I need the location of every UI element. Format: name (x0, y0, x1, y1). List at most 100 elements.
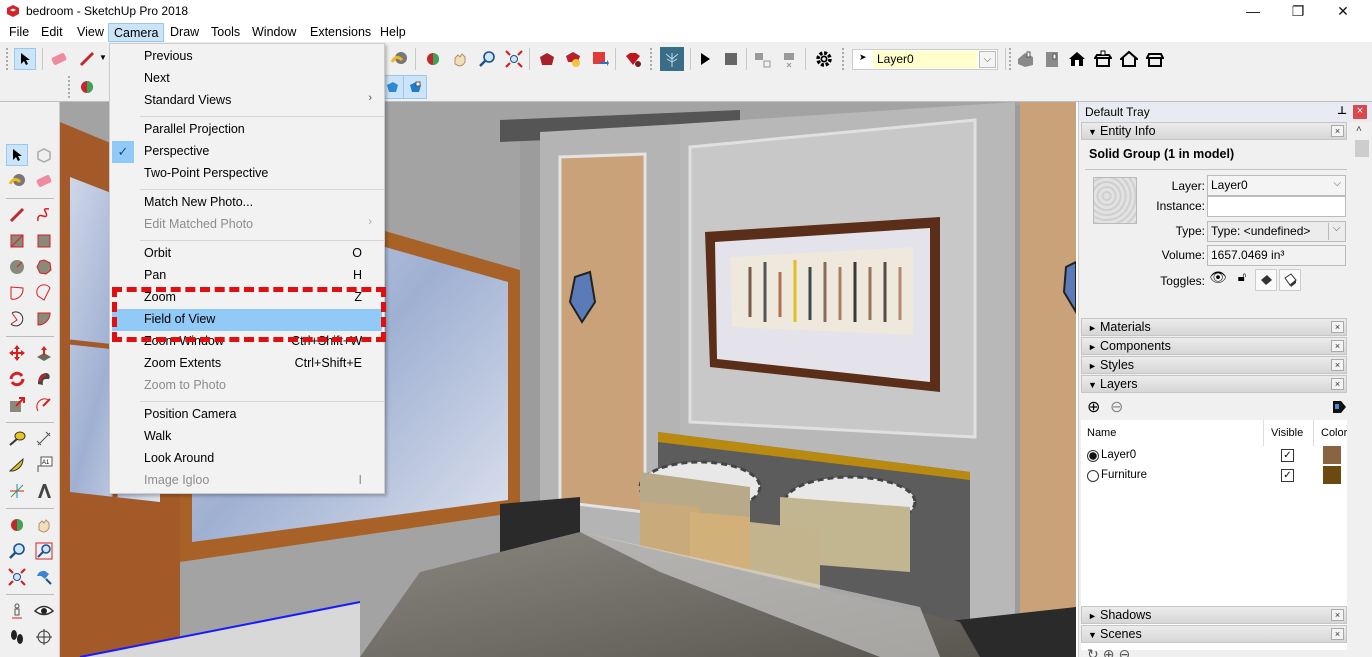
protractor-icon[interactable] (6, 454, 28, 476)
panel-close-icon[interactable]: × (1331, 628, 1344, 640)
layer-color-swatch[interactable] (1323, 466, 1341, 484)
menu-file[interactable]: File (4, 23, 34, 42)
ruby-console-icon[interactable] (622, 48, 644, 70)
walk-icon[interactable] (6, 626, 28, 648)
visible-checkbox[interactable]: ✓ (1281, 449, 1294, 462)
push-pull-icon[interactable] (33, 342, 55, 364)
section-plane-icon[interactable] (33, 626, 55, 648)
warehouse-icon[interactable] (536, 48, 558, 70)
menu-help[interactable]: Help (375, 23, 411, 42)
stop-icon[interactable] (720, 48, 742, 70)
settings-gear-icon[interactable] (813, 48, 835, 70)
orbit-icon[interactable] (76, 76, 98, 98)
zoom-icon[interactable] (476, 48, 498, 70)
axes-icon[interactable] (6, 480, 28, 502)
menu-camera[interactable]: Camera (108, 23, 165, 42)
eraser-icon[interactable] (33, 170, 55, 192)
entity-info-header[interactable]: ▼ Entity Info × (1081, 122, 1347, 140)
lumion-icon[interactable] (660, 47, 684, 71)
remove-scene-icon[interactable]: ⊖ (1118, 646, 1134, 657)
receive-shadows-toggle-icon[interactable] (1279, 269, 1301, 291)
eraser-icon[interactable] (48, 48, 70, 70)
panel-close-icon[interactable]: × (1331, 609, 1344, 621)
tray-close-button[interactable]: × (1353, 105, 1367, 119)
menu-item-parallel-projection[interactable]: Parallel Projection (112, 119, 382, 141)
column-name[interactable]: Name (1087, 427, 1116, 439)
menu-window[interactable]: Window (247, 23, 301, 42)
panel-close-icon[interactable]: × (1331, 359, 1344, 371)
front-view-icon[interactable] (1066, 48, 1088, 70)
menu-tools[interactable]: Tools (206, 23, 245, 42)
shadows-header[interactable]: ► Shadows × (1081, 606, 1347, 624)
remove-camera-icon[interactable] (779, 48, 801, 70)
tape-measure-icon[interactable] (6, 428, 28, 450)
look-around-icon[interactable] (33, 600, 55, 622)
freehand-icon[interactable] (33, 204, 55, 226)
select-tool-icon[interactable] (6, 144, 28, 166)
layer-select[interactable]: ➤ Layer0 ⌵ (852, 49, 998, 70)
toolbar-grip[interactable] (650, 48, 653, 70)
menu-item-pan[interactable]: Pan H (112, 265, 382, 287)
menu-item-zoom-window[interactable]: Zoom Window Ctrl+Shift+W (112, 331, 382, 353)
refresh-scene-icon[interactable]: ↻ (1087, 646, 1103, 657)
layer-name[interactable]: Layer0 (1101, 449, 1136, 461)
offset-icon[interactable] (33, 394, 55, 416)
select-tool-icon[interactable] (14, 48, 36, 70)
menu-item-match-new-photo[interactable]: Match New Photo... (112, 192, 382, 214)
toolbar-grip[interactable] (842, 48, 845, 70)
type-dropdown[interactable]: Type: <undefined> ⌵ (1207, 221, 1346, 242)
share-model-icon[interactable] (562, 48, 584, 70)
polygon-icon[interactable] (33, 256, 55, 278)
menu-item-previous[interactable]: Previous (112, 46, 382, 68)
menu-item-position-camera[interactable]: Position Camera (112, 404, 382, 426)
rectangle-icon[interactable] (6, 230, 28, 252)
styles-header[interactable]: ► Styles × (1081, 356, 1347, 374)
3d-text-icon[interactable] (33, 480, 55, 502)
menu-item-field-of-view[interactable]: Field of View (112, 309, 382, 331)
panel-close-icon[interactable]: × (1331, 321, 1344, 333)
arc-icon[interactable] (6, 282, 28, 304)
left-view-icon[interactable] (1144, 48, 1166, 70)
paint-bucket-icon[interactable] (388, 48, 410, 70)
menu-draw[interactable]: Draw (165, 23, 204, 42)
lock-toggle-icon[interactable]: 🔓︎ (1231, 269, 1253, 291)
right-view-icon[interactable] (1092, 48, 1114, 70)
zoom-icon[interactable] (6, 540, 28, 562)
dimension-icon[interactable] (33, 428, 55, 450)
menu-item-two-point-perspective[interactable]: Two-Point Perspective (112, 163, 382, 185)
close-button[interactable]: ✕ (1320, 0, 1366, 22)
make-component-icon[interactable] (33, 144, 55, 166)
line-tool-icon[interactable] (6, 204, 28, 226)
chevron-down-icon[interactable]: ⌵ (979, 51, 996, 68)
zoom-extents-icon[interactable] (6, 566, 28, 588)
toolbar-grip[interactable] (6, 48, 9, 70)
orbit-icon[interactable] (6, 514, 28, 536)
menu-item-orbit[interactable]: Orbit O (112, 243, 382, 265)
toolbar-grip[interactable] (1009, 48, 1012, 70)
scenes-header[interactable]: ▼ Scenes × (1081, 625, 1347, 643)
restore-button[interactable]: ❐ (1275, 0, 1321, 22)
layer-color-swatch[interactable] (1323, 446, 1341, 464)
text-tool-icon[interactable]: A1 (33, 454, 55, 476)
material-swatch[interactable] (1093, 177, 1137, 224)
minimize-button[interactable]: — (1230, 0, 1276, 22)
back-view-icon[interactable] (1118, 48, 1140, 70)
circle-icon[interactable] (6, 256, 28, 278)
cast-shadows-toggle-icon[interactable] (1255, 269, 1277, 291)
menu-item-standard-views[interactable]: Standard Views › (112, 90, 382, 112)
pin-icon[interactable]: ⊥ (1337, 104, 1347, 117)
two-point-arc-icon[interactable] (33, 282, 55, 304)
add-scene-icon[interactable]: ⊕ (1103, 646, 1119, 657)
zoom-extents-icon[interactable] (503, 48, 525, 70)
menu-edit[interactable]: Edit (36, 23, 68, 42)
layer-row[interactable]: Layer0 ✓ (1081, 446, 1347, 466)
pan-icon[interactable] (449, 48, 471, 70)
menu-item-look-around[interactable]: Look Around (112, 448, 382, 470)
layer-row[interactable]: Furniture ✓ (1081, 466, 1347, 486)
column-color[interactable]: Color (1321, 427, 1347, 439)
instance-input[interactable] (1207, 196, 1346, 217)
top-view-icon[interactable] (1041, 48, 1063, 70)
components-header[interactable]: ► Components × (1081, 337, 1347, 355)
materials-header[interactable]: ► Materials × (1081, 318, 1347, 336)
menu-view[interactable]: View (72, 23, 109, 42)
